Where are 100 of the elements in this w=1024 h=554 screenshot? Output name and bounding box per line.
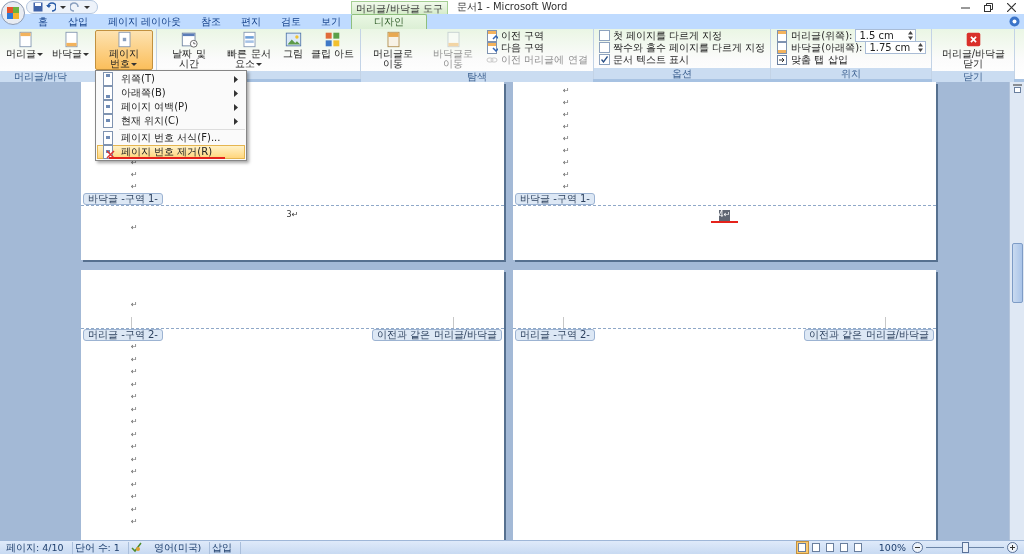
ribbon-button[interactable]: 빠른 문서 요소 (220, 30, 278, 70)
zoom-in-icon[interactable] (1007, 542, 1018, 553)
checkbox[interactable] (598, 54, 610, 65)
contextual-tab-label: 머리글/바닥글 도구 (351, 1, 448, 14)
menu-item[interactable]: 현재 위치(C) (97, 114, 246, 128)
zoom-out-icon[interactable] (912, 542, 923, 553)
paragraph-mark: ↵ (131, 367, 138, 376)
close-icon[interactable] (1007, 2, 1016, 12)
ribbon-button[interactable]: 바닥글 (49, 30, 93, 60)
save-icon[interactable] (33, 2, 43, 12)
page-icon (16, 31, 34, 48)
window-title: 문서1 - Microsoft Word (456, 0, 568, 14)
view-button[interactable] (837, 541, 851, 554)
view-button[interactable] (795, 541, 809, 554)
paragraph-mark: ↵ (131, 517, 138, 526)
tab[interactable]: 삽입 (58, 14, 98, 29)
tab[interactable]: 참조 (191, 14, 232, 29)
undo-icon[interactable] (46, 2, 56, 12)
checkbox[interactable] (598, 30, 610, 41)
paragraph-mark: ↵ (563, 170, 570, 179)
paragraph-mark: ↵ (131, 417, 138, 426)
ribbon-button[interactable]: 머리글로 이동 (364, 30, 423, 70)
picture-icon (284, 31, 302, 48)
footer-label: 바닥글 -구역 1- (515, 193, 595, 205)
tab[interactable]: 보기 (311, 14, 352, 29)
ribbon-button[interactable]: 머리글 (3, 30, 47, 60)
paragraph-mark: ↵ (131, 404, 138, 414)
help-icon[interactable] (1009, 16, 1020, 27)
tab[interactable]: 디자인 (351, 14, 428, 29)
page-icon (62, 31, 80, 48)
link-status-label: 이전과 같은 머리글/바닥글 (804, 329, 934, 341)
restore-icon[interactable] (984, 2, 993, 12)
paragraph-mark: ↵ (131, 182, 138, 191)
paragraph-mark: ↵ (131, 467, 138, 476)
slider-thumb[interactable] (962, 542, 969, 553)
view-button[interactable] (823, 541, 837, 554)
menu-item[interactable]: 아래쪽(B) (97, 86, 246, 100)
paragraph-mark: ↵ (563, 86, 570, 95)
tab[interactable]: 페이지 레이아웃 (98, 14, 192, 29)
ribbon-button[interactable]: 다음 구역 (484, 42, 590, 53)
caret-icon[interactable] (83, 4, 91, 10)
page-icon (101, 86, 115, 100)
checkbox-label: 문서 텍스트 표시 (612, 53, 689, 67)
ribbon-button[interactable]: 날짜 및 시간 (160, 30, 218, 70)
paragraph-mark: ↵ (131, 442, 138, 451)
caret-icon (255, 61, 263, 67)
menu-item[interactable]: 페이지 번호 서식(F)... (97, 131, 246, 145)
paragraph-mark: ↵ (131, 223, 138, 232)
paragraph-mark: ↵ (131, 454, 138, 464)
ribbon-button[interactable]: 클립 아트 (308, 30, 358, 60)
paragraph-mark: ↵ (131, 170, 138, 179)
checkbox-label: 첫 페이지를 다르게 지정 (612, 28, 723, 43)
page-icon (444, 31, 462, 48)
tab[interactable]: 홈 (28, 14, 58, 29)
group-label: 위치 (771, 68, 932, 79)
spin-arrows-icon (918, 43, 924, 52)
paragraph-mark: ↵ (131, 504, 138, 514)
ruler-icon[interactable] (1012, 84, 1022, 93)
view-button[interactable] (809, 541, 823, 554)
paragraph-mark: ↵ (131, 392, 138, 401)
status-text: 단어 수: 1 (72, 541, 129, 554)
menu-item[interactable]: 위쪽(T) (97, 72, 246, 86)
view-button[interactable] (851, 541, 865, 554)
scrollbar[interactable] (1009, 82, 1024, 540)
link-status-label: 이전과 같은 머리글/바닥글 (372, 329, 502, 341)
menu-item[interactable]: 페이지 여백(P) (97, 100, 246, 114)
page-icon (776, 41, 789, 54)
ribbon-button[interactable]: 그림 (280, 30, 306, 60)
calendar-icon (180, 31, 198, 48)
ribbon-button[interactable]: 페이지 번호 (95, 30, 153, 70)
paragraph-mark: ↵ (131, 479, 138, 489)
status-text: 삽입 (210, 541, 242, 554)
paragraph-mark: ↵ (563, 122, 570, 131)
zoom-level: 100% (878, 542, 906, 553)
group-label: 옵션 (593, 68, 771, 79)
page-icon (384, 31, 402, 48)
group-label: 닫기 (932, 71, 1015, 82)
header-label: 머리글 -구역 2- (515, 329, 595, 341)
header-label: 머리글 -구역 2- (83, 329, 163, 341)
ribbon-button[interactable]: 이전 구역 (484, 30, 590, 41)
paragraph-mark: ↵ (563, 98, 570, 107)
paragraph-mark: ↵ (131, 342, 138, 351)
spin-arrows-icon (908, 31, 914, 40)
paragraph-mark: ↵ (563, 134, 570, 143)
field-label: 바닥글(아래쪽): (791, 41, 863, 55)
spin-field[interactable]: 1.75 cm (865, 41, 927, 54)
caret-icon (130, 61, 138, 67)
tab[interactable]: 검토 (271, 14, 312, 29)
ribbon-button[interactable]: 맞춤 탭 삽입 (774, 54, 929, 65)
caret-icon[interactable] (59, 4, 67, 10)
page-icon (776, 29, 789, 42)
scroll-thumb[interactable] (1011, 243, 1023, 303)
check-icon (600, 56, 608, 63)
paragraph-mark: ↵ (131, 354, 138, 364)
checkbox[interactable] (598, 42, 610, 53)
paragraph-mark: ↵ (131, 492, 138, 501)
tab[interactable]: 편지 (231, 14, 272, 29)
ribbon-button[interactable]: 머리글/바닥글 닫기 (935, 30, 1012, 70)
paragraph-mark: ↵ (131, 429, 138, 439)
close-icon (964, 31, 982, 48)
